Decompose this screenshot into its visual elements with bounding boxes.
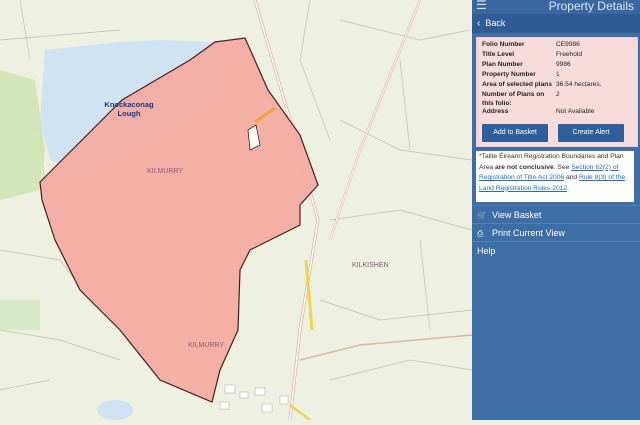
panel-header: ☰ Property Details — [472, 0, 640, 14]
menu-icon[interactable]: ☰ — [476, 0, 487, 12]
townland-label-kilmurry-south: KILMURRY — [188, 342, 225, 349]
table-row: Plan Number 9986 — [482, 61, 601, 71]
disclaimer-bold: are not conclusive — [494, 163, 554, 171]
property-panel: ☰ Property Details ‹ Back Folio Number CE9… — [472, 0, 640, 420]
details-table: Folio Number CE9986 Title Level Freehold P… — [482, 41, 601, 118]
table-row: Title Level Freehold — [482, 51, 601, 61]
lake-label: Knockaconag Lough — [104, 100, 154, 118]
row-value: 36.54 hectares. — [556, 81, 602, 88]
row-label: Area of selected plans — [482, 81, 552, 88]
row-label: Address — [482, 108, 509, 115]
help-label: Help — [477, 246, 496, 256]
row-label: Folio Number — [482, 41, 525, 48]
row-label: Number of Plans on this folio: — [482, 91, 545, 107]
view-basket-label: View Basket — [492, 210, 542, 220]
row-value: 2 — [556, 91, 560, 98]
map-canvas[interactable] — [0, 0, 473, 421]
row-value: Freehold — [556, 51, 583, 58]
back-label: Back — [485, 18, 506, 28]
add-to-basket-button[interactable]: Add to Basket — [482, 124, 548, 142]
help-link[interactable]: Help — [472, 241, 640, 259]
print-view-label: Print Current View — [492, 228, 565, 238]
row-value: 9986 — [556, 61, 571, 68]
row-label: Property Number — [482, 71, 536, 78]
back-button[interactable]: ‹ Back — [472, 14, 640, 33]
townland-label-kilkishen: KILKISHEN — [352, 262, 389, 269]
map-view[interactable]: Knockaconag Lough KILMURRY KILMURRY KILK… — [0, 0, 473, 421]
chevron-left-icon: ‹ — [477, 18, 481, 29]
townland-label-kilmurry-north: KILMURRY — [147, 168, 184, 175]
view-basket-link[interactable]: 🛒 View Basket — [472, 205, 640, 224]
row-value: 1 — [556, 71, 560, 78]
print-view-link[interactable]: ⎙ Print Current View — [472, 223, 640, 242]
disclaimer-text-middle: . See — [553, 163, 572, 171]
disclaimer-text-suffix: . — [567, 184, 569, 192]
row-label: Title Level — [482, 51, 515, 58]
row-value: Not Available — [556, 108, 595, 115]
disclaimer-text-and: and — [564, 174, 580, 181]
row-value: CE9986 — [556, 41, 580, 48]
table-row: Area of selected plans 36.54 hectares. — [482, 81, 601, 91]
property-details-card: Folio Number CE9986 Title Level Freehold P… — [476, 37, 638, 147]
row-label: Plan Number — [482, 61, 523, 68]
panel-title: Property Details — [548, 0, 634, 13]
table-row: Address Not Available — [482, 108, 601, 118]
table-row: Property Number 1 — [482, 71, 601, 81]
table-row: Number of Plans on this folio: 2 — [482, 91, 601, 108]
table-row: Folio Number CE9986 — [482, 41, 601, 51]
create-alert-button[interactable]: Create Alert — [558, 124, 624, 142]
disclaimer-note: *Tailte Éireann Registration Boundaries … — [476, 151, 634, 202]
